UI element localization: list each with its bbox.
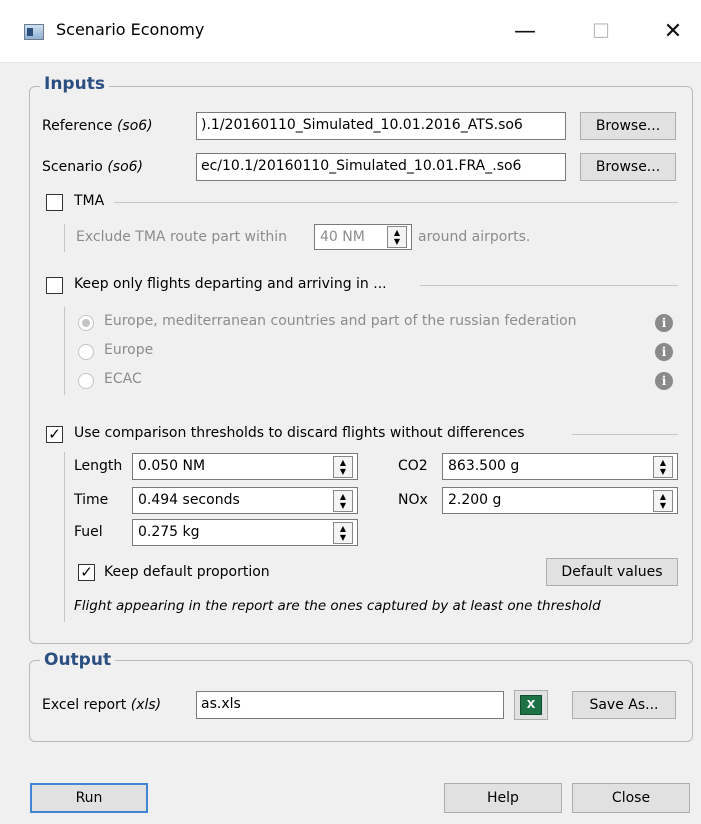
region-option-europe-med: Europe, mediterranean countries and part… xyxy=(104,313,577,329)
tma-exclude-label: Exclude TMA route part within xyxy=(76,229,288,245)
nox-spinner[interactable]: ▲ ▼ xyxy=(653,490,673,512)
minimize-button[interactable]: — xyxy=(502,14,548,48)
region-radio-europe-med[interactable] xyxy=(78,315,94,331)
keep-flights-label: Keep only flights departing and arriving… xyxy=(70,276,391,292)
app-window-icon xyxy=(24,24,44,40)
region-option-europe: Europe xyxy=(104,342,154,358)
excel-report-label: Excel report (xls) xyxy=(42,697,162,713)
length-spinbox[interactable]: 0.050 NM ▲ ▼ xyxy=(132,453,358,480)
info-icon[interactable]: i xyxy=(655,372,673,390)
info-icon[interactable]: i xyxy=(655,314,673,332)
window-title: Scenario Economy xyxy=(56,20,205,39)
thresholds-separator xyxy=(572,434,678,435)
time-spinbox[interactable]: 0.494 seconds ▲ ▼ xyxy=(132,487,358,514)
tma-indent-line xyxy=(64,224,65,252)
run-button[interactable]: Run xyxy=(30,783,148,813)
save-as-button[interactable]: Save As... xyxy=(572,691,676,719)
excel-icon: X xyxy=(520,695,542,715)
time-value: 0.494 seconds xyxy=(138,492,240,508)
time-label: Time xyxy=(74,492,109,508)
keep-flights-separator xyxy=(420,285,678,286)
tma-distance-value: 40 NM xyxy=(320,229,365,245)
tma-exclude-suffix: around airports. xyxy=(418,229,531,245)
scenario-browse-button[interactable]: Browse... xyxy=(580,153,676,181)
keep-flights-indent-line xyxy=(64,307,65,395)
thresholds-checkbox[interactable]: ✓ xyxy=(46,426,63,443)
region-radio-europe[interactable] xyxy=(78,344,94,360)
length-value: 0.050 NM xyxy=(138,458,206,474)
keep-default-checkbox[interactable]: ✓ xyxy=(78,564,95,581)
output-group-title: Output xyxy=(40,650,116,670)
excel-report-input[interactable]: as.xls xyxy=(196,691,504,719)
thresholds-indent-line xyxy=(64,452,65,622)
co2-spinner[interactable]: ▲ ▼ xyxy=(653,456,673,478)
tma-checkbox[interactable] xyxy=(46,194,63,211)
tma-distance-spinbox[interactable]: 40 NM ▲ ▼ xyxy=(314,224,412,250)
default-values-button[interactable]: Default values xyxy=(546,558,678,586)
thresholds-note: Flight appearing in the report are the o… xyxy=(74,598,601,614)
co2-value: 863.500 g xyxy=(448,458,520,474)
fuel-label: Fuel xyxy=(74,524,103,540)
info-icon[interactable]: i xyxy=(655,343,673,361)
reference-browse-button[interactable]: Browse... xyxy=(580,112,676,140)
reference-label: Reference (so6) xyxy=(42,118,153,134)
co2-spinbox[interactable]: 863.500 g ▲ ▼ xyxy=(442,453,678,480)
help-button[interactable]: Help xyxy=(444,783,562,813)
scenario-file-input[interactable]: ec/10.1/20160110_Simulated_10.01.FRA_.so… xyxy=(196,153,566,181)
thresholds-label: Use comparison thresholds to discard fli… xyxy=(70,425,529,441)
tma-distance-spinner[interactable]: ▲ ▼ xyxy=(387,226,407,248)
keep-flights-checkbox[interactable] xyxy=(46,277,63,294)
co2-label: CO2 xyxy=(398,458,428,474)
maximize-button[interactable]: ☐ xyxy=(578,14,624,48)
length-label: Length xyxy=(74,458,123,474)
fuel-spinbox[interactable]: 0.275 kg ▲ ▼ xyxy=(132,519,358,546)
nox-value: 2.200 g xyxy=(448,492,502,508)
close-window-button[interactable]: ✕ xyxy=(650,14,696,48)
length-spinner[interactable]: ▲ ▼ xyxy=(333,456,353,478)
keep-default-label: Keep default proportion xyxy=(104,564,270,580)
tma-label: TMA xyxy=(70,193,109,209)
nox-label: NOx xyxy=(398,492,428,508)
region-option-ecac: ECAC xyxy=(104,371,142,387)
excel-open-button[interactable]: X xyxy=(514,690,548,720)
inputs-group-title: Inputs xyxy=(40,74,109,94)
close-button[interactable]: Close xyxy=(572,783,690,813)
time-spinner[interactable]: ▲ ▼ xyxy=(333,490,353,512)
fuel-value: 0.275 kg xyxy=(138,524,200,540)
region-radio-ecac[interactable] xyxy=(78,373,94,389)
nox-spinbox[interactable]: 2.200 g ▲ ▼ xyxy=(442,487,678,514)
scenario-label: Scenario (so6) xyxy=(42,159,144,175)
fuel-spinner[interactable]: ▲ ▼ xyxy=(333,522,353,544)
tma-separator xyxy=(114,202,678,203)
reference-file-input[interactable]: ).1/20160110_Simulated_10.01.2016_ATS.so… xyxy=(196,112,566,140)
